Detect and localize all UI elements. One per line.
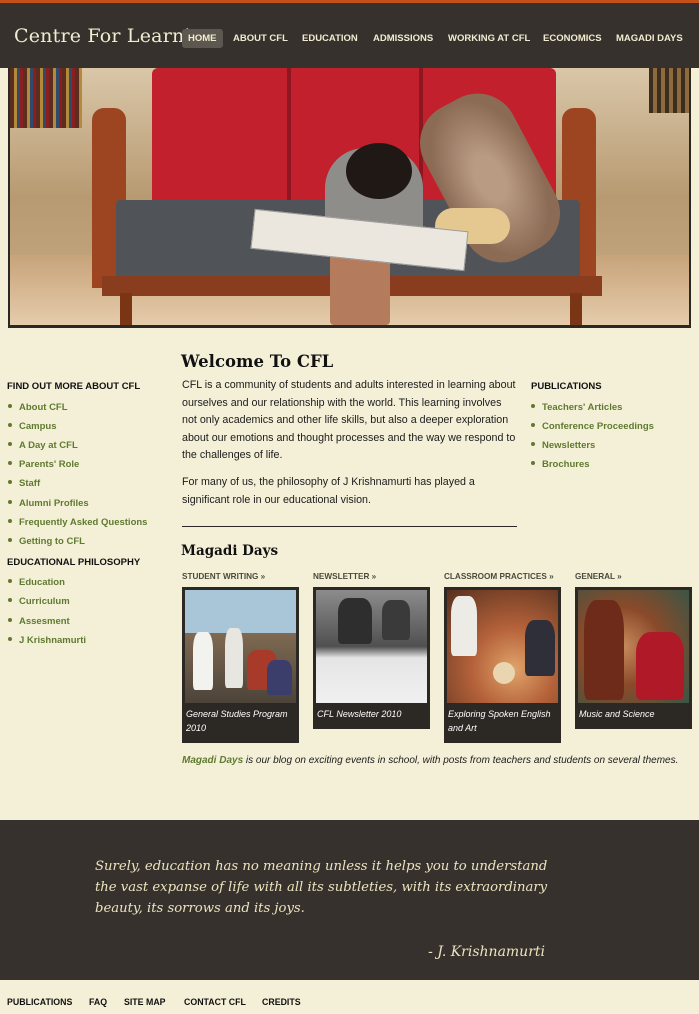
card-label-classroom-practices[interactable]: CLASSROOM PRACTICES »: [444, 572, 554, 581]
sidebar-link-campus[interactable]: Campus: [8, 421, 56, 433]
magadi-days-heading: Magadi Days: [181, 543, 279, 559]
footer-link-site-map[interactable]: SITE MAP: [124, 997, 166, 1007]
sidebar-link-getting-to-cfl[interactable]: Getting to CFL: [8, 536, 85, 548]
intro-paragraph: CFL is a community of students and adult…: [182, 379, 516, 461]
footer-link-publications[interactable]: PUBLICATIONS: [7, 997, 72, 1007]
footer-nav: PUBLICATIONS FAQ SITE MAP CONTACT CFL CR…: [0, 980, 699, 1014]
bullet-icon: [8, 500, 12, 505]
sidebar-link-day-at-cfl[interactable]: A Day at CFL: [8, 440, 78, 452]
sidebar-link-staff[interactable]: Staff: [8, 478, 40, 490]
nav-working-at-cfl[interactable]: WORKING AT CFL: [448, 29, 530, 48]
bullet-icon: [8, 579, 12, 584]
sidebar-link-education[interactable]: Education: [8, 577, 65, 589]
page-title: Welcome To CFL: [181, 352, 334, 371]
bullet-icon: [8, 618, 12, 623]
bullet-icon: [8, 461, 12, 466]
sidebar-link-parents-role[interactable]: Parents' Role: [8, 459, 79, 471]
magadi-card-classroom-practices[interactable]: Exploring Spoken English and Art: [444, 587, 561, 743]
bullet-icon: [8, 423, 12, 428]
footer-link-credits[interactable]: CREDITS: [262, 997, 301, 1007]
blog-note: Magadi Days is our blog on exciting even…: [182, 755, 678, 766]
publications-link-conference-proceedings[interactable]: Conference Proceedings: [531, 421, 654, 433]
card-caption: Exploring Spoken English and Art: [448, 709, 551, 733]
card-photo: [447, 590, 558, 703]
sidebar-link-alumni-profiles[interactable]: Alumni Profiles: [8, 498, 89, 510]
sidebar-heading-about: FIND OUT MORE ABOUT CFL: [7, 381, 141, 392]
quote-section: Surely, education has no meaning unless …: [0, 820, 699, 980]
bullet-icon: [531, 404, 535, 409]
hero-photo-child-reading-on-sofa: [10, 68, 689, 325]
hero-image-frame: [8, 68, 691, 328]
bullet-icon: [8, 480, 12, 485]
card-label-general[interactable]: GENERAL »: [575, 572, 622, 581]
footer-link-contact-cfl[interactable]: CONTACT CFL: [184, 997, 246, 1007]
bullet-icon: [531, 442, 535, 447]
nav-about-cfl[interactable]: ABOUT CFL: [233, 29, 288, 48]
publications-link-brochures[interactable]: Brochures: [531, 459, 590, 471]
sidebar-link-j-krishnamurti[interactable]: J Krishnamurti: [8, 635, 86, 647]
bullet-icon: [531, 461, 535, 466]
blog-note-text: is our blog on exciting events in school…: [243, 755, 679, 766]
bullet-icon: [8, 442, 12, 447]
philosophy-paragraph: For many of us, the philosophy of J Kris…: [182, 476, 475, 506]
nav-magadi-days[interactable]: MAGADI DAYS: [616, 29, 683, 48]
magadi-card-general[interactable]: Music and Science: [575, 587, 692, 729]
card-caption: General Studies Program 2010: [186, 709, 288, 733]
sidebar-link-faq[interactable]: Frequently Asked Questions: [8, 517, 147, 529]
magadi-card-student-writing[interactable]: General Studies Program 2010: [182, 587, 299, 743]
footer-link-faq[interactable]: FAQ: [89, 997, 107, 1007]
sidebar-link-about-cfl[interactable]: About CFL: [8, 402, 68, 414]
card-photo: [316, 590, 427, 703]
sidebar-heading-philosophy: EDUCATIONAL PHILOSOPHY: [7, 557, 141, 568]
nav-home[interactable]: HOME: [182, 29, 223, 48]
quote-text: Surely, education has no meaning unless …: [95, 859, 548, 916]
site-header: Centre For Learning HOME ABOUT CFL EDUCA…: [0, 0, 699, 68]
card-label-student-writing[interactable]: STUDENT WRITING »: [182, 572, 265, 581]
section-divider: [182, 526, 517, 527]
nav-education[interactable]: EDUCATION: [302, 29, 358, 48]
bullet-icon: [8, 519, 12, 524]
magadi-days-blog-link[interactable]: Magadi Days: [182, 755, 243, 766]
magadi-card-newsletter[interactable]: CFL Newsletter 2010: [313, 587, 430, 729]
card-caption: Music and Science: [579, 709, 655, 719]
nav-admissions[interactable]: ADMISSIONS: [373, 29, 433, 48]
card-photo: [185, 590, 296, 703]
bullet-icon: [8, 598, 12, 603]
publications-link-teachers-articles[interactable]: Teachers' Articles: [531, 402, 622, 414]
bullet-icon: [8, 637, 12, 642]
sidebar-link-curriculum[interactable]: Curriculum: [8, 596, 70, 608]
bullet-icon: [531, 423, 535, 428]
bullet-icon: [8, 404, 12, 409]
card-caption: CFL Newsletter 2010: [317, 709, 402, 719]
sidebar-link-assesment[interactable]: Assesment: [8, 616, 70, 628]
quote-author: - J. Krishnamurti: [428, 944, 545, 960]
nav-economics[interactable]: ECONOMICS: [543, 29, 602, 48]
publications-heading: PUBLICATIONS: [531, 381, 602, 392]
card-label-newsletter[interactable]: NEWSLETTER »: [313, 572, 376, 581]
bullet-icon: [8, 538, 12, 543]
publications-link-newsletters[interactable]: Newsletters: [531, 440, 595, 452]
card-photo: [578, 590, 689, 703]
